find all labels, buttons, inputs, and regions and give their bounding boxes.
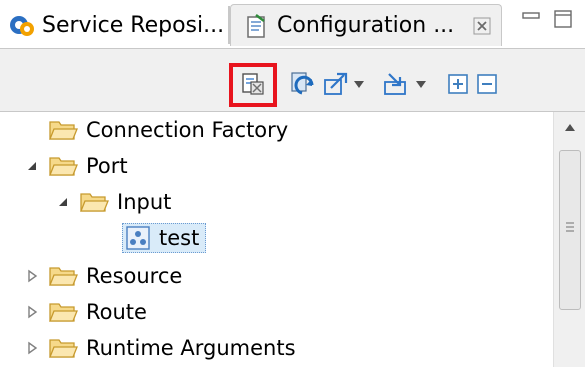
grip-icon	[566, 222, 574, 232]
tree-item-runtime-arguments[interactable]: Runtime Arguments	[24, 330, 296, 366]
folder-icon	[49, 267, 78, 286]
folder-open-icon	[80, 193, 109, 212]
maximize-icon[interactable]	[552, 8, 574, 30]
collapse-all-icon[interactable]	[474, 71, 500, 97]
expanded-triangle-icon[interactable]	[24, 158, 40, 174]
tab-service-repository[interactable]: Service Reposi...	[0, 4, 228, 46]
expand-all-icon[interactable]	[445, 71, 471, 97]
tab-label: Configuration ...	[277, 13, 455, 38]
tree-item-label: Port	[86, 154, 128, 178]
tree-item-label: Runtime Arguments	[86, 336, 296, 360]
chevron-down-icon[interactable]	[415, 78, 427, 90]
tab-label: Service Reposi...	[42, 12, 225, 38]
tree-item-input[interactable]: Input	[55, 184, 171, 220]
folder-icon	[49, 303, 78, 322]
tree-item-label: Connection Factory	[86, 118, 289, 142]
tree-item-route[interactable]: Route	[24, 294, 147, 330]
view-tab-bar: Service Reposi... Configuration ...	[0, 0, 585, 48]
collapsed-triangle-icon[interactable]	[24, 268, 40, 284]
folder-open-icon	[49, 157, 78, 176]
tree-item-connection-factory[interactable]: Connection Factory	[48, 112, 288, 148]
selected-tree-item[interactable]: test	[122, 223, 207, 253]
tab-configuration[interactable]: Configuration ...	[230, 4, 502, 46]
close-icon[interactable]	[473, 17, 491, 35]
scrollbar-thumb[interactable]	[559, 150, 581, 310]
tree-item-resource[interactable]: Resource	[24, 258, 182, 294]
component-icon	[126, 226, 150, 250]
scroll-up-arrow-icon[interactable]	[564, 122, 576, 132]
tree-item-label: Resource	[86, 264, 183, 288]
minimize-icon[interactable]	[520, 8, 542, 30]
tree-item-label: test	[159, 226, 200, 250]
folder-icon	[49, 121, 78, 140]
tree-item-label: Input	[117, 190, 172, 214]
vertical-scrollbar[interactable]	[553, 112, 585, 367]
export-icon[interactable]	[323, 71, 349, 97]
collapsed-triangle-icon[interactable]	[24, 304, 40, 320]
tree-item-port[interactable]: Port	[24, 148, 128, 184]
highlight-annotation	[229, 63, 277, 107]
refresh-icon[interactable]	[290, 71, 316, 97]
configuration-icon	[247, 13, 265, 38]
view-toolbar	[0, 48, 585, 112]
import-icon[interactable]	[383, 71, 409, 97]
configuration-tree: Connection Factory Port Input test Resou…	[0, 112, 553, 367]
chevron-down-icon[interactable]	[353, 78, 365, 90]
tree-item-label: Route	[86, 300, 147, 324]
expanded-triangle-icon[interactable]	[55, 194, 71, 210]
service-repository-icon	[10, 16, 34, 36]
tree-item-test[interactable]: test	[122, 220, 207, 256]
collapsed-triangle-icon[interactable]	[24, 340, 40, 356]
folder-icon	[49, 339, 78, 358]
